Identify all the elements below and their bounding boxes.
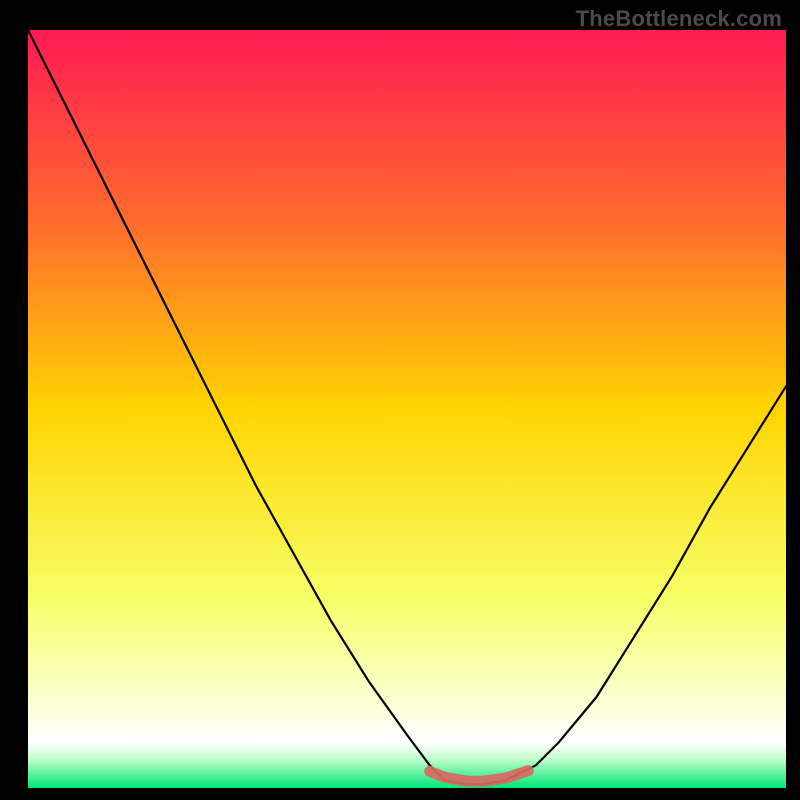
watermark-text: TheBottleneck.com (576, 6, 782, 32)
plot-area (28, 30, 786, 788)
chart-stage: TheBottleneck.com (0, 0, 800, 800)
chart-svg (28, 30, 786, 788)
gradient-background (28, 30, 786, 788)
